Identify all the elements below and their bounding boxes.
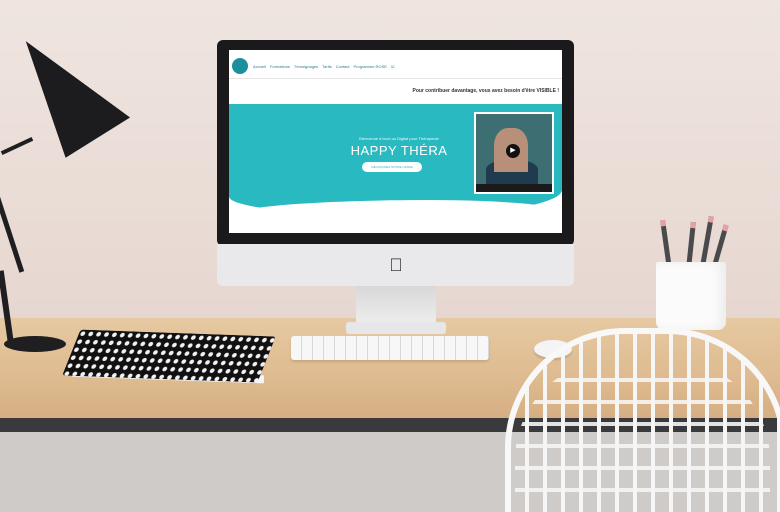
imac-stand xyxy=(356,286,436,326)
site-tagline: Pour contribuer davantage, vous avez bes… xyxy=(412,88,559,94)
video-control-bar[interactable] xyxy=(476,184,552,192)
workspace-scene: Accueil Formations Témoignages Tarifs Co… xyxy=(0,0,780,512)
hero-subtitle: Bienvenue à bord ou Digital pour Thérape… xyxy=(359,136,439,141)
imac-stand-foot xyxy=(346,322,446,334)
nav-item[interactable]: Formations xyxy=(270,64,290,69)
site-logo[interactable] xyxy=(232,58,248,74)
nav-item[interactable]: Contact xyxy=(336,64,350,69)
nav-item[interactable]: Témoignages xyxy=(294,64,318,69)
video-player[interactable]: ▶ xyxy=(474,112,554,194)
hero-title: HAPPY THÉRA xyxy=(350,143,448,158)
nav-item[interactable]: ☑ xyxy=(391,64,395,69)
imac-screen: Accueil Formations Témoignages Tarifs Co… xyxy=(229,50,562,233)
pencil-cup xyxy=(656,262,726,330)
site-nav-items: Accueil Formations Témoignages Tarifs Co… xyxy=(253,64,394,69)
play-icon[interactable]: ▶ xyxy=(506,144,520,158)
nav-item[interactable]: Tarifs xyxy=(322,64,332,69)
site-navbar: Accueil Formations Témoignages Tarifs Co… xyxy=(229,50,562,79)
keyboard xyxy=(291,336,489,360)
lamp-base xyxy=(4,336,66,352)
hero-wave xyxy=(229,200,562,233)
notebook xyxy=(62,329,276,383)
apple-logo-icon:  xyxy=(386,254,406,276)
nav-item[interactable]: Programme ROSE xyxy=(354,64,387,69)
nav-item[interactable]: Accueil xyxy=(253,64,266,69)
chair-rungs xyxy=(515,360,770,510)
hero-cta-button[interactable]: DÉCOUVREZ NOTRE OFFRE xyxy=(362,162,422,172)
